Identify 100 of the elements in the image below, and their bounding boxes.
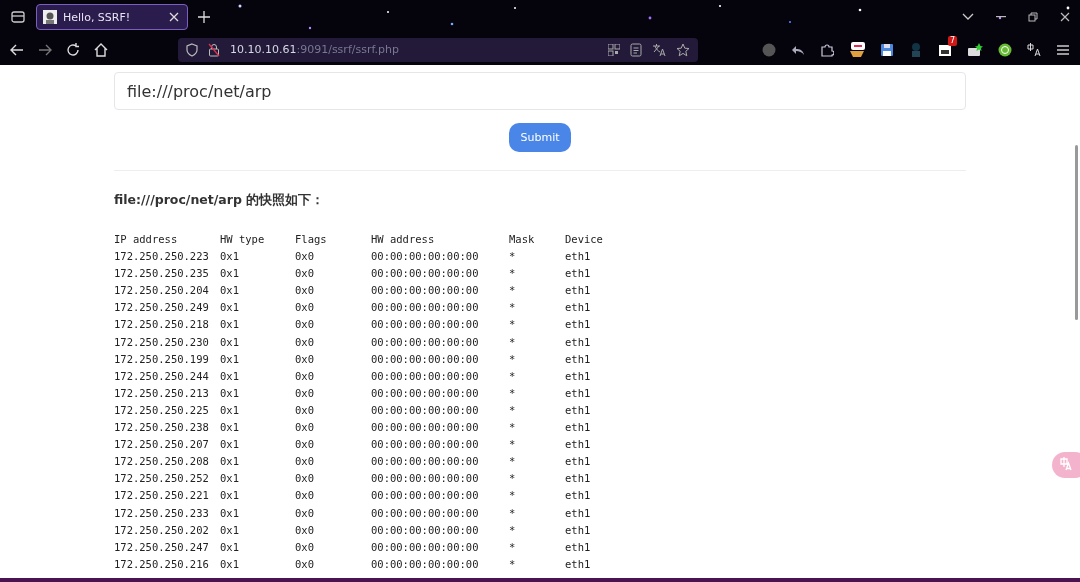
back-icon[interactable] <box>10 43 24 56</box>
table-cell-text: * <box>509 556 516 572</box>
url-host: 10.10.10.61 <box>230 43 297 56</box>
table-cell-text: eth1 <box>565 334 591 350</box>
table-cell-text: 0x1 <box>220 402 239 418</box>
browser-tab[interactable]: Hello, SSRF! <box>36 4 188 30</box>
table-cell-text: 0x1 <box>220 266 239 282</box>
table-cell-text: 0x1 <box>220 317 239 333</box>
column-header: Device <box>565 232 603 247</box>
table-cell-text: * <box>509 385 516 401</box>
table-cell-text: 0x0 <box>295 488 314 504</box>
table-cell-text: * <box>509 402 516 418</box>
table-cell-text: 172.250.250.221 <box>114 488 209 504</box>
url-input-field[interactable]: file:///proc/net/arp <box>114 72 966 110</box>
table-cell-text: 00:00:00:00:00:00 <box>371 334 479 350</box>
chevron-down-icon[interactable] <box>962 13 974 21</box>
table-cell-text: 172.250.250.249 <box>114 300 209 316</box>
table-cell-text: 0x1 <box>220 556 239 572</box>
favicon-icon <box>43 10 57 24</box>
table-cell-text: 172.250.250.223 <box>114 249 209 265</box>
tab-overview-icon[interactable] <box>10 9 26 25</box>
table-cell-text: 0x0 <box>295 454 314 470</box>
column-header: Mask <box>509 232 535 247</box>
table-cell-text: * <box>509 471 516 487</box>
table-cell-text: 00:00:00:00:00:00 <box>371 266 479 282</box>
extension-icon[interactable] <box>849 41 865 58</box>
table-cell-text: 172.250.250.208 <box>114 454 209 470</box>
table-cell-text: eth1 <box>565 522 591 538</box>
table-cell-text: 172.250.250.213 <box>114 385 209 401</box>
table-cell-text: eth1 <box>565 317 591 333</box>
table-cell-text: * <box>509 300 516 316</box>
extension-icon[interactable] <box>967 42 983 57</box>
table-cell-text: 172.250.250.247 <box>114 539 209 555</box>
table-cell-text: 0x0 <box>295 437 314 453</box>
new-tab-icon[interactable] <box>198 11 210 23</box>
forward-icon[interactable] <box>38 43 52 56</box>
table-cell-text: 172.250.250.204 <box>114 283 209 299</box>
table-cell-text: 0x0 <box>295 505 314 521</box>
table-cell-text: 00:00:00:00:00:00 <box>371 454 479 470</box>
reader-icon[interactable] <box>630 42 642 57</box>
star-icon[interactable] <box>676 42 690 57</box>
minimize-icon[interactable] <box>996 16 1006 18</box>
close-window-icon[interactable] <box>1060 12 1070 22</box>
extension-icon[interactable] <box>998 42 1012 57</box>
table-cell-text: 172.250.250.233 <box>114 505 209 521</box>
table-cell-text: eth1 <box>565 402 591 418</box>
table-cell-text: eth1 <box>565 300 591 316</box>
table-cell-text: * <box>509 420 516 436</box>
table-cell-text: 00:00:00:00:00:00 <box>371 556 479 572</box>
reload-icon[interactable] <box>66 42 80 57</box>
table-cell-text: 0x1 <box>220 249 239 265</box>
table-cell-text: 0x0 <box>295 402 314 418</box>
qr-code-icon[interactable] <box>608 43 620 56</box>
table-cell-text: 0x1 <box>220 283 239 299</box>
table-cell-text: 0x0 <box>295 368 314 384</box>
table-cell-text: * <box>509 351 516 367</box>
table-cell-text: 00:00:00:00:00:00 <box>371 539 479 555</box>
result-heading: file:///proc/net/arp 的快照如下： <box>114 192 326 209</box>
table-cell-text: 0x0 <box>295 300 314 316</box>
column-header: HW address <box>371 232 435 247</box>
table-cell-text: 00:00:00:00:00:00 <box>371 471 479 487</box>
close-icon[interactable] <box>169 12 179 22</box>
table-cell-text: eth1 <box>565 454 591 470</box>
address-bar[interactable]: 10.10.10.61:9091/ssrf/ssrf.php <box>178 37 698 62</box>
column-header: Flags <box>295 232 327 247</box>
table-cell-text: 00:00:00:00:00:00 <box>371 317 479 333</box>
table-cell-text: 0x0 <box>295 351 314 367</box>
menu-icon[interactable] <box>1056 43 1070 56</box>
table-cell-text: eth1 <box>565 368 591 384</box>
table-cell-text: 0x0 <box>295 334 314 350</box>
table-cell-text: 0x0 <box>295 471 314 487</box>
table-cell-text: 0x0 <box>295 317 314 333</box>
table-cell-text: 172.250.250.230 <box>114 334 209 350</box>
table-cell-text: * <box>509 317 516 333</box>
restore-icon[interactable] <box>1028 12 1038 22</box>
table-cell-text: 0x1 <box>220 368 239 384</box>
table-cell-text: 0x1 <box>220 420 239 436</box>
translate-icon[interactable] <box>652 42 666 57</box>
table-cell-text: * <box>509 454 516 470</box>
scrollbar-thumb[interactable] <box>1075 145 1078 320</box>
table-cell-text: 00:00:00:00:00:00 <box>371 351 479 367</box>
column-header: IP address <box>114 232 178 247</box>
table-cell-text: eth1 <box>565 351 591 367</box>
table-cell-text: 172.250.250.216 <box>114 556 209 572</box>
submit-button[interactable]: Submit <box>509 123 571 152</box>
home-icon[interactable] <box>94 42 108 57</box>
table-cell-text: eth1 <box>565 488 591 504</box>
extension-icon[interactable] <box>938 42 952 57</box>
table-cell-text: eth1 <box>565 385 591 401</box>
table-cell-text: 00:00:00:00:00:00 <box>371 300 479 316</box>
notification-badge: 7 <box>947 35 957 46</box>
puzzle-icon[interactable] <box>820 42 834 57</box>
table-cell-text: eth1 <box>565 266 591 282</box>
table-cell-text: 0x1 <box>220 334 239 350</box>
table-cell-text: 00:00:00:00:00:00 <box>371 522 479 538</box>
table-cell-text: 0x0 <box>295 249 314 265</box>
lock-crossed-icon <box>208 42 220 57</box>
table-cell-text: 0x1 <box>220 505 239 521</box>
table-cell-text: * <box>509 334 516 350</box>
table-cell-text: 00:00:00:00:00:00 <box>371 488 479 504</box>
